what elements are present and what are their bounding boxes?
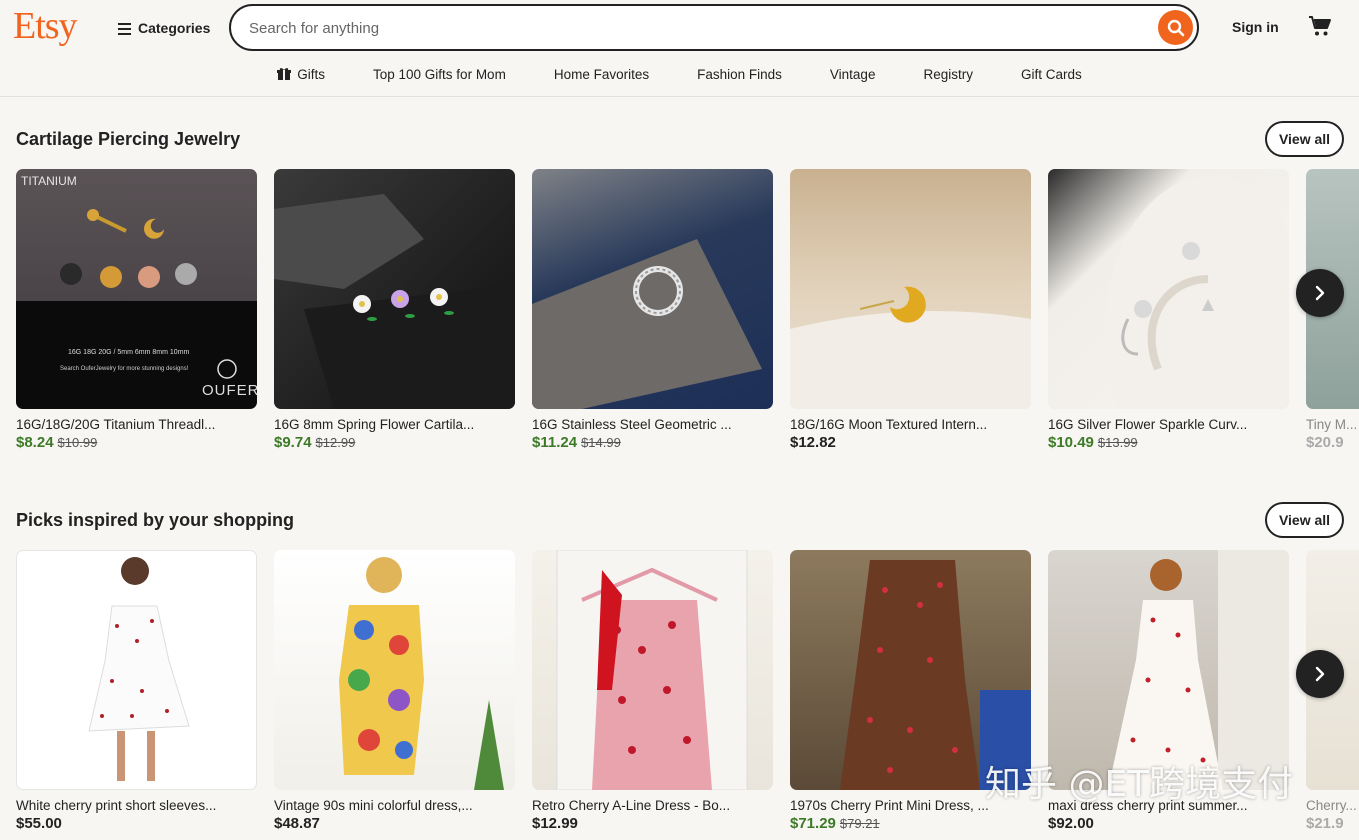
product-image[interactable] <box>1048 169 1289 409</box>
nav-vintage[interactable]: Vintage <box>806 64 900 84</box>
product-price: $11.24 $14.99 <box>532 434 621 451</box>
product-image[interactable] <box>532 550 773 790</box>
product-price: $92.00 <box>1048 815 1094 832</box>
white-cherry-dress-illustration <box>88 557 190 781</box>
hoop-ring-illustration <box>532 239 762 409</box>
categories-menu-button[interactable]: Categories <box>118 17 210 39</box>
product-price: $12.99 <box>532 815 578 832</box>
product-price: $8.24 $10.99 <box>16 434 97 451</box>
product-price: $10.49 $13.99 <box>1048 434 1138 451</box>
product-carousel-cartilage: TITANIUM 16G 18G 20G / 5mm 6mm 8mm 10mm … <box>0 169 1359 459</box>
product-title: 16G Silver Flower Sparkle Curv... <box>1048 417 1248 432</box>
watermark-text: 知乎 @ET跨境支付 <box>985 764 1294 805</box>
etsy-logo[interactable]: Etsy <box>13 4 78 48</box>
nav-label: Gift Cards <box>1020 66 1082 82</box>
search-button[interactable] <box>1158 10 1193 45</box>
product-image[interactable] <box>1048 550 1289 790</box>
nav-top-100-gifts[interactable]: Top 100 Gifts for Mom <box>349 64 530 84</box>
product-title: 16G/18G/20G Titanium Threadl... <box>16 417 216 432</box>
nav-gift-cards[interactable]: Gift Cards <box>997 64 1106 84</box>
product-title: Tiny M... <box>1306 417 1358 432</box>
section-title-picks: Picks inspired by your shopping <box>16 510 295 530</box>
brand-logo-text: OUFER <box>202 382 257 399</box>
view-all-button[interactable]: View all <box>1265 502 1344 538</box>
brown-cherry-dress-illustration <box>840 560 1031 790</box>
sale-price: $11.24 <box>532 434 578 451</box>
search-input[interactable] <box>249 16 1129 40</box>
sign-in-link[interactable]: Sign in <box>1232 19 1279 35</box>
gift-icon <box>277 68 292 80</box>
view-all-button[interactable]: View all <box>1265 121 1344 157</box>
product-price: $21.9 <box>1306 815 1344 832</box>
product-title: Retro Cherry A-Line Dress - Bo... <box>532 798 731 813</box>
nav-registry[interactable]: Registry <box>899 64 997 84</box>
carousel-next-button[interactable] <box>1296 650 1344 698</box>
product-title: Vintage 90s mini colorful dress,... <box>274 798 473 813</box>
sale-price: $71.29 <box>790 815 836 832</box>
nav-label: Vintage <box>829 66 876 82</box>
titanium-studs-illustration: 16G 18G 20G / 5mm 6mm 8mm 10mm Search Ou… <box>60 209 237 379</box>
product-price: $55.00 <box>16 815 62 832</box>
retro-cherry-dress-illustration <box>556 550 748 790</box>
nav-gifts[interactable]: Gifts <box>253 64 349 84</box>
product-image[interactable] <box>532 169 773 409</box>
product-title: 16G Stainless Steel Geometric ... <box>532 417 732 432</box>
product-image[interactable] <box>274 169 515 409</box>
chevron-right-icon <box>1315 285 1325 301</box>
moon-stud-illustration <box>790 286 1031 409</box>
nav-gifts-label: Gifts <box>297 66 326 82</box>
categories-label: Categories <box>138 20 211 36</box>
flower-earrings-illustration <box>274 194 515 409</box>
original-price: $79.21 <box>839 816 880 831</box>
nav-label: Home Favorites <box>553 66 650 82</box>
sale-price: $9.74 <box>274 434 312 451</box>
product-title: 18G/16G Moon Textured Intern... <box>790 417 988 432</box>
sale-price: $8.24 <box>16 434 54 451</box>
product-title: White cherry print short sleeves... <box>16 798 217 813</box>
search-bar <box>229 4 1199 51</box>
colorful-dress-illustration <box>339 557 504 790</box>
product-image[interactable] <box>790 550 1031 790</box>
original-price: $14.99 <box>581 435 621 450</box>
product-image[interactable] <box>16 550 257 790</box>
section-title-cartilage: Cartilage Piercing Jewelry <box>16 129 241 149</box>
chevron-right-icon <box>1315 666 1325 682</box>
product-title: 16G 8mm Spring Flower Cartila... <box>274 417 475 432</box>
hamburger-icon <box>118 22 131 35</box>
product-price: $12.82 <box>790 434 836 451</box>
product-image[interactable] <box>274 550 515 790</box>
original-price: $10.99 <box>57 435 98 450</box>
sale-price: $10.49 <box>1048 434 1094 451</box>
original-price: $12.99 <box>315 435 356 450</box>
cart-icon[interactable] <box>1308 14 1332 38</box>
product-price: $20.9 <box>1306 434 1344 451</box>
search-icon <box>1167 19 1184 36</box>
nav-label: Fashion Finds <box>697 66 782 82</box>
nav-home-favorites[interactable]: Home Favorites <box>530 64 673 84</box>
maxi-cherry-dress-illustration <box>1108 550 1289 790</box>
nav-label: Top 100 Gifts for Mom <box>373 66 506 82</box>
product-title: Cherry... <box>1306 798 1357 813</box>
product-image[interactable]: TITANIUM 16G 18G 20G / 5mm 6mm 8mm 10mm … <box>16 169 257 409</box>
carousel-next-button[interactable] <box>1296 269 1344 317</box>
nav-label: Registry <box>923 66 973 82</box>
product-image[interactable] <box>790 169 1031 409</box>
product-price: $48.87 <box>274 815 320 832</box>
product-price: $9.74 $12.99 <box>274 434 355 451</box>
site-header: Etsy Categories Sign in Gifts <box>0 0 1359 97</box>
svg-text:Search OuferJewelry for more s: Search OuferJewelry for more stunning de… <box>60 366 189 372</box>
original-price: $13.99 <box>1097 435 1138 450</box>
category-nav: Gifts Top 100 Gifts for Mom Home Favorit… <box>0 64 1359 84</box>
svg-text:16G 18G 20G / 5mm 6mm 8mm 10mm: 16G 18G 20G / 5mm 6mm 8mm 10mm <box>68 349 190 356</box>
ear-model-illustration <box>1104 176 1289 409</box>
product-price: $71.29 $79.21 <box>790 815 880 832</box>
nav-fashion-finds[interactable]: Fashion Finds <box>673 64 806 84</box>
